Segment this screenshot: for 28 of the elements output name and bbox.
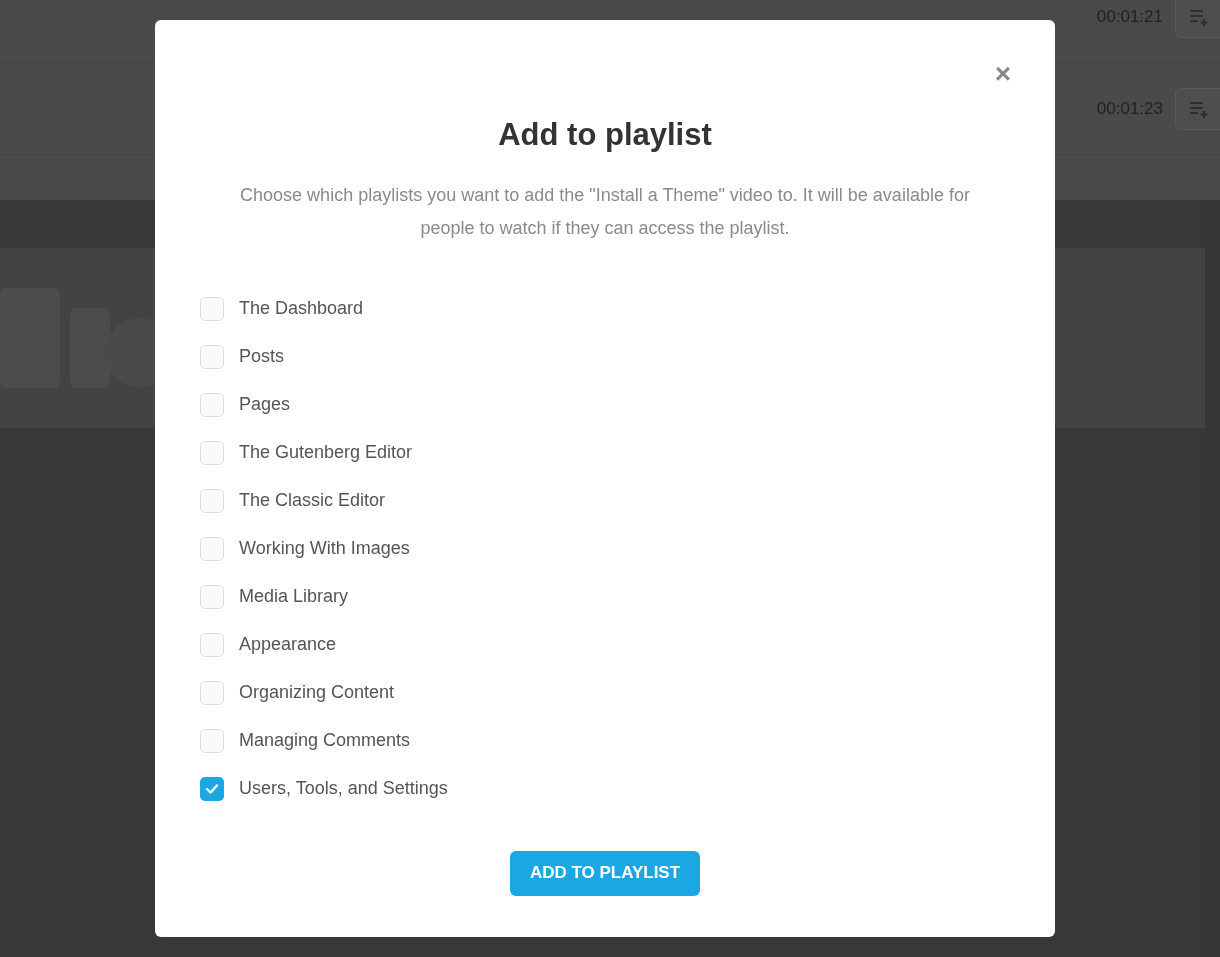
checkbox[interactable] <box>200 584 224 609</box>
playlist-option[interactable]: Media Library <box>200 572 1055 621</box>
add-to-playlist-button[interactable] <box>1175 87 1220 130</box>
checkbox[interactable] <box>200 392 224 417</box>
playlist-option[interactable]: Pages <box>200 380 1055 429</box>
checkbox[interactable] <box>200 488 224 513</box>
checkbox[interactable] <box>200 296 224 321</box>
playlist-option[interactable]: Users, Tools, and Settings <box>200 764 1055 813</box>
dialog-title: Add to playlist <box>498 116 712 154</box>
playlist-option[interactable]: Managing Comments <box>200 716 1055 765</box>
checkbox[interactable] <box>200 728 224 753</box>
playlist-option[interactable]: Working With Images <box>200 524 1055 573</box>
dialog-description: Choose which playlists you want to add the "Install a Theme" video to. It will be available for people to watch if they can access the playlist. <box>239 183 971 240</box>
checkbox[interactable] <box>200 776 224 801</box>
checkbox[interactable] <box>200 536 224 561</box>
playlist-option[interactable]: Posts <box>200 332 1055 381</box>
checkmark-icon <box>205 782 219 795</box>
checkbox[interactable] <box>200 632 224 657</box>
playlist-option[interactable]: The Dashboard <box>200 284 1055 333</box>
playlist-option[interactable]: The Gutenberg Editor <box>200 428 1055 477</box>
checkbox[interactable] <box>200 680 224 705</box>
playlist-option[interactable]: Appearance <box>200 620 1055 669</box>
checkbox[interactable] <box>200 440 224 465</box>
add-to-playlist-button[interactable] <box>1175 0 1220 38</box>
playlist-option[interactable]: Organizing Content <box>200 668 1055 717</box>
checkbox[interactable] <box>200 344 224 369</box>
close-button[interactable]: × <box>994 60 1011 88</box>
playlist-option[interactable]: The Classic Editor <box>200 476 1055 525</box>
